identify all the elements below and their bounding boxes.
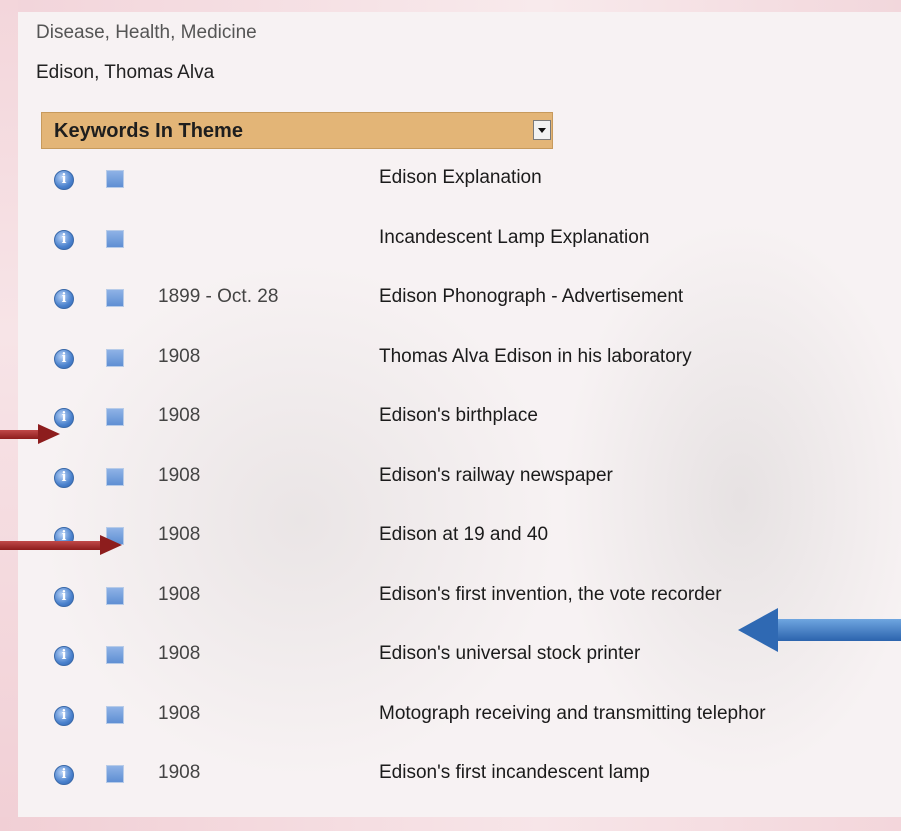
item-square-icon[interactable] (106, 705, 124, 724)
item-square-icon[interactable] (106, 586, 124, 605)
item-square-icon[interactable] (106, 229, 124, 248)
item-title[interactable]: Edison's birthplace (379, 405, 538, 427)
chevron-down-icon[interactable] (533, 120, 551, 140)
info-icon[interactable]: i (54, 765, 74, 785)
item-date: 1908 (158, 345, 201, 367)
breadcrumb-category[interactable]: Disease, Health, Medicine (36, 22, 257, 44)
item-title[interactable]: Edison's universal stock printer (379, 643, 640, 665)
list-item[interactable]: i Edison Explanation (18, 162, 901, 202)
info-icon[interactable]: i (54, 229, 74, 250)
item-title[interactable]: Edison at 19 and 40 (379, 524, 548, 546)
item-title[interactable]: Motograph receiving and transmitting tel… (379, 703, 766, 725)
item-square-icon[interactable] (106, 170, 124, 188)
info-icon[interactable]: i (54, 467, 74, 488)
decorative-top-band (0, 0, 901, 12)
item-title[interactable]: Edison's first invention, the vote recor… (379, 584, 722, 606)
item-square-icon[interactable] (106, 348, 124, 367)
results-panel: Disease, Health, Medicine Edison, Thomas… (18, 12, 901, 817)
red-pointer-arrow-info (0, 424, 60, 446)
item-title[interactable]: Edison Explanation (379, 167, 542, 189)
decorative-bottom-band (0, 817, 901, 831)
list-item[interactable]: i 1908 Edison's first incandescent lamp (18, 757, 901, 797)
item-square-icon[interactable] (106, 408, 124, 426)
info-icon[interactable]: i (54, 705, 74, 726)
item-title[interactable]: Edison's first incandescent lamp (379, 762, 650, 784)
theme-select-value: Keywords In Theme (54, 120, 243, 142)
item-square-icon[interactable] (106, 765, 124, 783)
item-square-icon[interactable] (106, 467, 124, 486)
item-title[interactable]: Thomas Alva Edison in his laboratory (379, 346, 692, 368)
item-date: 1899 - Oct. 28 (158, 286, 279, 307)
item-title[interactable]: Edison Phonograph - Advertisement (379, 286, 683, 308)
item-title[interactable]: Edison's railway newspaper (379, 465, 613, 487)
item-date: 1908 (158, 762, 201, 783)
item-date: 1908 (158, 583, 201, 605)
list-item[interactable]: i 1908 Edison's railway newspaper (18, 460, 901, 500)
item-date: 1908 (158, 405, 201, 426)
item-title[interactable]: Incandescent Lamp Explanation (379, 227, 649, 249)
list-item[interactable]: i 1908 Motograph receiving and transmittin… (18, 698, 901, 738)
item-square-icon[interactable] (106, 289, 124, 307)
breadcrumb-subject[interactable]: Edison, Thomas Alva (36, 62, 214, 84)
blue-pointer-arrow-title (738, 608, 901, 652)
list-item[interactable]: i Incandescent Lamp Explanation (18, 222, 901, 262)
item-date: 1908 (158, 643, 201, 664)
list-item[interactable]: i 1908 Edison at 19 and 40 (18, 519, 901, 559)
item-square-icon[interactable] (106, 646, 124, 664)
info-icon[interactable]: i (54, 170, 74, 190)
theme-select[interactable]: Keywords In Theme (41, 112, 553, 149)
item-date: 1908 (158, 464, 201, 486)
list-item[interactable]: i 1908 Thomas Alva Edison in his laborator… (18, 341, 901, 381)
info-icon[interactable]: i (54, 348, 74, 369)
info-icon[interactable]: i (54, 586, 74, 607)
red-pointer-arrow-square (0, 535, 124, 557)
info-icon[interactable]: i (54, 646, 74, 666)
info-icon[interactable]: i (54, 289, 74, 309)
list-item[interactable]: i 1899 - Oct. 28 Edison Phonograph - Adver… (18, 281, 901, 321)
list-item[interactable]: i 1908 Edison's birthplace (18, 400, 901, 440)
item-date: 1908 (158, 524, 201, 545)
item-date: 1908 (158, 702, 201, 724)
decorative-left-band (0, 0, 18, 831)
